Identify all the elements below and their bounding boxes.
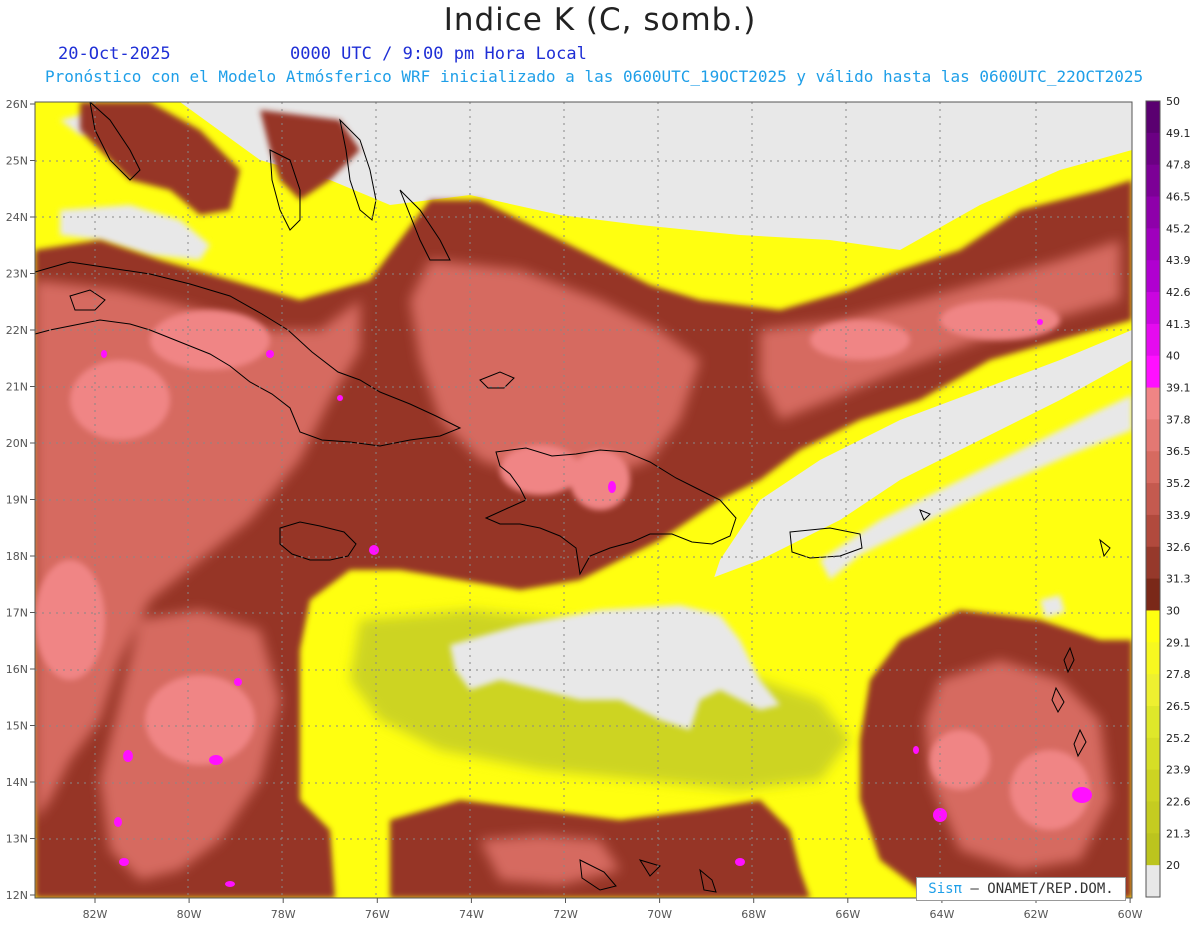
lat-label: 24N: [6, 211, 28, 224]
colorbar-label: 20: [1166, 859, 1180, 872]
colorbar-label: 27.8: [1166, 668, 1191, 681]
colorbar-swatch: [1146, 451, 1160, 484]
colorbar-label: 47.8: [1166, 159, 1191, 172]
lat-label: 12N: [6, 889, 28, 902]
lat-label: 23N: [6, 268, 28, 281]
lon-label: 64W: [929, 908, 954, 921]
colorbar-swatch: [1146, 483, 1160, 516]
lat-label: 26N: [6, 98, 28, 111]
colorbar-label: 40: [1166, 350, 1180, 363]
colorbar-label: 22.6: [1166, 795, 1191, 808]
colorbar-swatch: [1146, 355, 1160, 389]
colorbar-swatch: [1146, 132, 1160, 166]
colorbar-label: 41.3: [1166, 318, 1191, 331]
map-field: [35, 102, 1132, 898]
lon-label: 82W: [83, 908, 108, 921]
lon-label: 66W: [835, 908, 860, 921]
lon-label: 72W: [553, 908, 578, 921]
colorbar-swatch: [1146, 387, 1160, 420]
colorbar-label: 46.5: [1166, 191, 1191, 204]
colorbar-swatch: [1146, 833, 1160, 866]
colorbar-swatch: [1146, 769, 1160, 802]
lat-label: 14N: [6, 776, 28, 789]
k-index-map: 26N 25N 24N 23N 22N 21N 20N 19N 18N 17N 16N 15N 14N 1…: [6, 95, 1191, 921]
lat-label: 17N: [6, 607, 28, 620]
lon-label: 62W: [1024, 908, 1049, 921]
colorbar-label: 26.5: [1166, 700, 1191, 713]
lon-label: 74W: [459, 908, 484, 921]
colorbar-label: 39.1: [1166, 382, 1191, 395]
colorbar-swatch: [1146, 801, 1160, 834]
lat-label: 15N: [6, 720, 28, 733]
color-legend: 50 49.1 47.8 46.5 45.2 43.9 42.6 41.3 40 39.1 37.8…: [1145, 95, 1191, 898]
lon-label: 68W: [741, 908, 766, 921]
colorbar-swatch: [1146, 260, 1160, 293]
colorbar-swatch: [1146, 705, 1160, 739]
colorbar-label: 31.3: [1166, 573, 1191, 586]
colorbar-label: 50: [1166, 95, 1180, 108]
colorbar-label: 35.2: [1166, 477, 1191, 490]
colorbar-swatch: [1146, 865, 1160, 898]
colorbar-label: 21.3: [1166, 827, 1191, 840]
longitude-axis: 82W 80W 78W 76W 74W 72W 70W 68W 66W 64W 62W 60W: [83, 898, 1143, 921]
colorbar-swatch: [1146, 642, 1160, 675]
colorbar-label: 36.5: [1166, 445, 1191, 458]
colorbar-swatch: [1146, 737, 1160, 771]
colorbar-label: 29.1: [1166, 636, 1191, 649]
colorbar-swatch: [1146, 674, 1160, 707]
colorbar-swatch: [1146, 514, 1160, 548]
lat-label: 25N: [6, 155, 28, 168]
colorbar-swatch: [1146, 196, 1160, 229]
colorbar-label: 23.9: [1166, 764, 1191, 777]
colorbar-label: 43.9: [1166, 254, 1191, 267]
colorbar-label: 49.1: [1166, 127, 1191, 140]
colorbar-swatch: [1146, 578, 1160, 611]
lat-label: 22N: [6, 324, 28, 337]
lat-label: 21N: [6, 381, 28, 394]
lon-label: 78W: [271, 908, 296, 921]
colorbar-label: 45.2: [1166, 222, 1191, 235]
lat-label: 18N: [6, 550, 28, 563]
colorbar-swatch: [1146, 164, 1160, 198]
colorbar-label: 30: [1166, 604, 1180, 617]
colorbar-swatch: [1146, 546, 1160, 580]
colorbar-swatch: [1146, 419, 1160, 452]
colorbar-swatch: [1146, 101, 1160, 134]
lon-label: 80W: [177, 908, 202, 921]
colorbar-swatch: [1146, 323, 1160, 357]
colorbar-swatch: [1146, 228, 1160, 261]
lon-label: 70W: [647, 908, 672, 921]
colorbar-label: 37.8: [1166, 413, 1191, 426]
latitude-axis: 26N 25N 24N 23N 22N 21N 20N 19N 18N 17N 16N 15N 14N 1…: [6, 98, 35, 902]
colorbar-label: 42.6: [1166, 286, 1191, 299]
colorbar-swatch: [1146, 610, 1160, 643]
lat-label: 19N: [6, 494, 28, 507]
lat-label: 20N: [6, 437, 28, 450]
credit-box: Sisπ – ONAMET/REP.DOM.: [916, 877, 1126, 901]
colorbar-label: 33.9: [1166, 509, 1191, 522]
lat-label: 13N: [6, 833, 28, 846]
colorbar-label: 32.6: [1166, 541, 1191, 554]
lon-label: 76W: [365, 908, 390, 921]
colorbar-swatch: [1146, 292, 1160, 325]
credit-org: – ONAMET/REP.DOM.: [970, 881, 1114, 897]
lat-label: 16N: [6, 663, 28, 676]
sispi-logo: Sisπ: [928, 881, 962, 897]
lon-label: 60W: [1118, 908, 1143, 921]
colorbar-label: 25.2: [1166, 732, 1191, 745]
